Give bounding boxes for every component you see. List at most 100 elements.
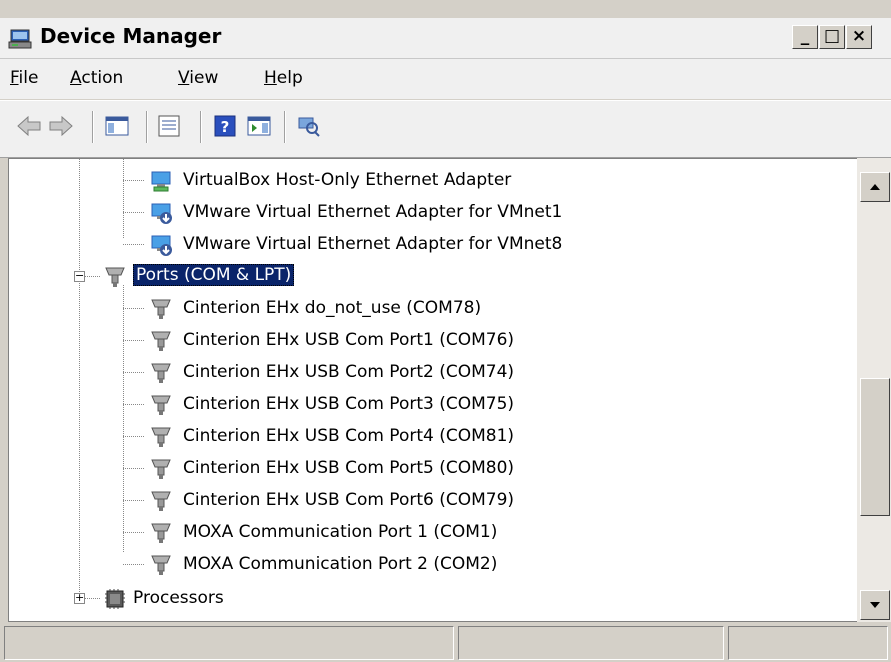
tree-item-label: Cinterion EHx USB Com Port1 (COM76) [183, 330, 515, 350]
menu-bar: File Action View Help [0, 59, 891, 99]
tree-item[interactable]: Cinterion EHx USB Com Port1 (COM76) [9, 325, 858, 356]
tree-item[interactable]: VMware Virtual Ethernet Adapter for VMne… [9, 229, 858, 260]
menu-file[interactable]: File [10, 68, 38, 88]
tree-item-label: MOXA Communication Port 1 (COM1) [183, 522, 498, 542]
port-connector-icon [149, 329, 173, 353]
tree-connector [123, 212, 145, 213]
status-pane-2 [458, 626, 724, 660]
device-tree[interactable]: VirtualBox Host-Only Ethernet Adapter VM… [8, 158, 858, 622]
scan-hardware-changes-icon[interactable] [296, 113, 322, 139]
tree-item[interactable]: Cinterion EHx USB Com Port2 (COM74) [9, 357, 858, 388]
scroll-down-button[interactable] [860, 590, 890, 620]
network-adapter-icon [149, 233, 173, 257]
port-connector-icon [149, 553, 173, 577]
tree-item[interactable]: Cinterion EHx USB Com Port6 (COM79) [9, 485, 858, 516]
menu-view[interactable]: View [178, 68, 218, 88]
port-connector-icon [149, 457, 173, 481]
back-icon[interactable] [16, 113, 42, 139]
tree-item-label: Cinterion EHx USB Com Port6 (COM79) [183, 490, 515, 510]
expand-toggle[interactable]: + [74, 592, 85, 604]
vertical-scrollbar[interactable] [857, 158, 891, 622]
tree-category-label: Ports (COM & LPT) [133, 264, 295, 286]
arrow-up-icon [870, 184, 880, 190]
tree-connector [123, 500, 145, 501]
menu-file-accel: F [10, 68, 19, 88]
toolbar-separator [92, 111, 94, 143]
port-connector-icon [149, 393, 173, 417]
tree-item-label: Cinterion EHx do_not_use (COM78) [183, 298, 482, 318]
menu-help-rest: elp [276, 68, 303, 88]
title-bar[interactable]: Device Manager _ □ × [0, 18, 891, 59]
status-pane-3 [728, 626, 888, 660]
arrow-down-icon [870, 602, 880, 608]
tree-item[interactable]: MOXA Communication Port 2 (COM2) [9, 549, 858, 580]
tree-item-label: VMware Virtual Ethernet Adapter for VMne… [183, 202, 563, 222]
tree-connector [123, 564, 145, 565]
port-connector-icon [149, 425, 173, 449]
port-connector-icon [149, 297, 173, 321]
tree-item[interactable]: MOXA Communication Port 1 (COM1) [9, 517, 858, 548]
port-connector-icon [149, 489, 173, 513]
tree-category-label: Processors [133, 588, 224, 608]
menu-action-rest: ction [81, 68, 124, 88]
menu-file-rest: ile [18, 68, 39, 88]
tree-item-label: Cinterion EHx USB Com Port2 (COM74) [183, 362, 515, 382]
tree-connector [123, 532, 145, 533]
tree-item[interactable]: VMware Virtual Ethernet Adapter for VMne… [9, 197, 858, 228]
port-connector-icon [149, 361, 173, 385]
tree-item-label: MOXA Communication Port 2 (COM2) [183, 554, 498, 574]
tree-item-label: VMware Virtual Ethernet Adapter for VMne… [183, 234, 563, 254]
tree-item[interactable]: Cinterion EHx USB Com Port5 (COM80) [9, 453, 858, 484]
toolbar-separator [200, 111, 202, 143]
tree-connector [123, 436, 145, 437]
show-hide-console-tree-icon[interactable] [104, 113, 130, 139]
tree-item[interactable]: Cinterion EHx USB Com Port3 (COM75) [9, 389, 858, 420]
status-pane-1 [4, 626, 454, 660]
tree-connector [85, 598, 101, 599]
toolbar-separator [146, 111, 148, 143]
port-connector-icon [103, 265, 127, 289]
minimize-button[interactable]: _ [792, 25, 818, 49]
menu-view-accel: V [178, 68, 190, 88]
menu-view-rest: iew [189, 68, 219, 88]
tree-item-label: Cinterion EHx USB Com Port3 (COM75) [183, 394, 515, 414]
tree-item[interactable]: Cinterion EHx do_not_use (COM78) [9, 293, 858, 324]
maximize-button[interactable]: □ [819, 25, 845, 49]
forward-icon[interactable] [48, 113, 74, 139]
tree-connector [123, 308, 145, 309]
show-hide-action-pane-icon[interactable] [246, 113, 272, 139]
port-connector-icon [149, 521, 173, 545]
window-title: Device Manager [40, 24, 222, 48]
scroll-up-button[interactable] [860, 172, 890, 202]
tree-connector [85, 276, 101, 277]
menu-help-accel: H [264, 68, 277, 88]
tree-connector [123, 180, 145, 181]
menu-action-accel: A [70, 68, 82, 88]
tree-connector [123, 244, 145, 245]
tree-connector [123, 468, 145, 469]
svg-text:?: ? [221, 118, 230, 136]
tree-item[interactable]: VirtualBox Host-Only Ethernet Adapter [9, 165, 858, 196]
toolbar-separator [284, 111, 286, 143]
collapse-toggle[interactable]: − [74, 270, 85, 282]
tree-category-processors[interactable]: + Processors [9, 583, 858, 614]
status-bar [0, 622, 891, 662]
processor-chip-icon [103, 587, 127, 611]
tree-item-label: Cinterion EHx USB Com Port4 (COM81) [183, 426, 515, 446]
tree-connector [123, 340, 145, 341]
tree-item[interactable]: Cinterion EHx USB Com Port4 (COM81) [9, 421, 858, 452]
properties-icon[interactable] [156, 113, 182, 139]
menu-help[interactable]: Help [264, 68, 303, 88]
tree-item-label: Cinterion EHx USB Com Port5 (COM80) [183, 458, 515, 478]
close-button[interactable]: × [846, 25, 872, 49]
device-manager-window: Device Manager _ □ × File Action View He… [0, 0, 891, 662]
device-manager-icon [8, 26, 32, 50]
tree-connector [123, 404, 145, 405]
tree-category-ports[interactable]: − Ports (COM & LPT) [9, 261, 858, 292]
scroll-thumb[interactable] [860, 378, 890, 516]
help-icon[interactable]: ? [212, 113, 238, 139]
network-adapter-icon [149, 169, 173, 193]
tree-item-label: VirtualBox Host-Only Ethernet Adapter [183, 170, 512, 190]
menu-action[interactable]: Action [70, 68, 123, 88]
toolbar: ? [0, 100, 891, 158]
